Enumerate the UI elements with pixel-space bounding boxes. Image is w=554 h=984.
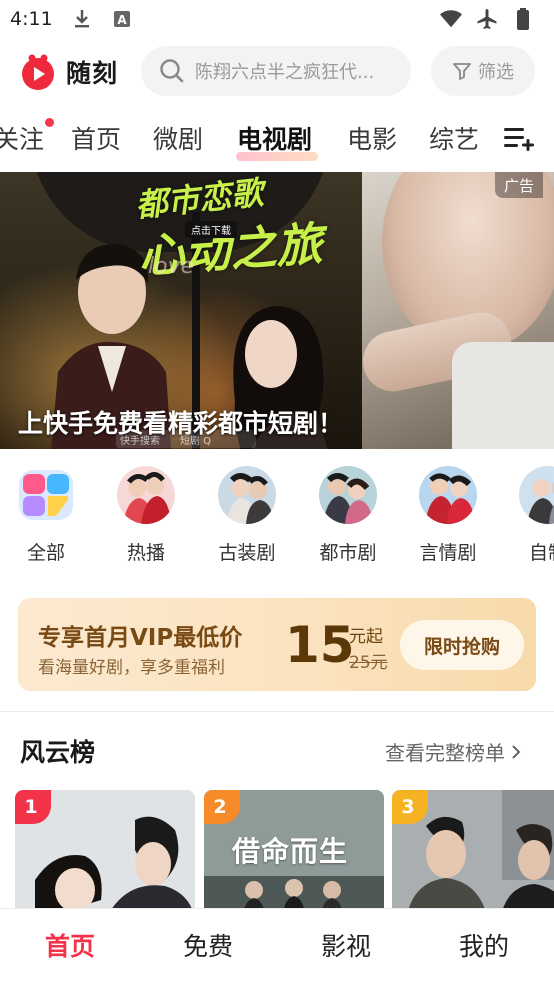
category-label: 热播 [126,542,165,564]
airplane-icon [476,8,498,30]
category-label: 都市剧 [319,542,377,564]
app-logo-icon [22,54,54,90]
category-all[interactable]: 全部 [3,466,83,566]
nav-mine[interactable]: 我的 [434,927,534,963]
wifi-icon [440,8,462,30]
vip-original-price: 25元 [349,653,388,673]
category-row: 全部 热播 古装剧 都市剧 言情剧 自 [0,466,554,566]
category-hot[interactable]: 热播 [103,466,183,566]
category-label: 全部 [26,542,65,564]
app-logo[interactable]: 随刻 [18,52,118,92]
keyboard-a-icon: A [111,8,133,30]
vip-price: 15 [285,616,355,674]
category-label: 古装剧 [218,542,276,564]
section-divider [0,711,554,712]
category-urban-thumbnail [319,466,377,524]
tab-home[interactable]: 首页 [71,120,121,156]
vip-title: 专享首月VIP最低价 [38,625,243,651]
search-icon [160,59,184,83]
poster-coat-graphic [452,342,554,449]
category-label: 言情剧 [419,542,477,564]
category-costume[interactable]: 古装剧 [204,466,284,566]
category-hot-thumbnail [117,466,175,524]
download-icon [71,8,93,30]
category-original-thumbnail [519,466,554,524]
category-label: 自制 [528,542,554,564]
notification-dot [45,118,54,127]
ranking-more-label: 查看完整榜单 [385,741,505,765]
tab-movies[interactable]: 电影 [347,120,397,156]
ranking-card-2[interactable]: 借命而生 2 [204,790,384,920]
tab-follow[interactable]: 关注 [0,120,44,156]
ranking-card-3[interactable]: 3 [392,790,554,920]
nav-movies-tv[interactable]: 影视 [296,927,396,963]
app-brand-name: 随刻 [66,59,119,88]
ad-banner[interactable]: 都市恋歌 心动之旅 love 点击下载 广告 快手搜索 短剧 Q 上快手免费看精… [0,172,554,449]
chevron-right-icon [512,744,521,759]
category-romance[interactable]: 言情剧 [405,466,485,566]
status-bar: 4:11 A [0,0,554,38]
poster-title-line-3: love [148,254,195,279]
tab-micro-drama[interactable]: 微剧 [153,120,203,156]
app-screen: 4:11 A 随刻 陈翔六点半之疯狂代... 筛选 关注 首页 微剧 电视剧 电… [0,0,554,984]
download-chip[interactable]: 点击下载 [185,221,237,238]
nav-free[interactable]: 免费 [158,927,258,963]
category-original[interactable]: 自制 [505,466,554,566]
category-urban[interactable]: 都市剧 [305,466,385,566]
ranking-more-link[interactable]: 查看完整榜单 [385,737,521,766]
category-romance-thumbnail [419,466,477,524]
search-bar[interactable]: 陈翔六点半之疯狂代... [141,46,411,96]
channel-tabs: 关注 首页 微剧 电视剧 电影 综艺 [0,110,554,166]
filter-label: 筛选 [478,62,514,83]
channel-menu-icon[interactable] [503,124,535,152]
vip-price-unit: 元起 [349,627,383,647]
vip-promo-card[interactable]: 专享首月VIP最低价 看海量好剧，享多重福利 15 元起 25元 限时抢购 [18,598,536,691]
ranking-title: 风云榜 [20,738,96,767]
filter-icon [453,63,471,80]
svg-text:A: A [117,13,127,27]
app-header: 随刻 陈翔六点半之疯狂代... 筛选 [0,44,554,100]
category-costume-thumbnail [218,466,276,524]
search-placeholder: 陈翔六点半之疯狂代... [195,62,375,83]
ranking-card-2-title: 借命而生 [232,835,349,868]
ad-badge: 广告 [495,172,543,198]
status-time: 4:11 [10,8,53,30]
bottom-navigation: 首页 免费 影视 我的 [0,908,554,984]
banner-poster-right [357,172,554,449]
all-categories-icon [19,470,73,520]
nav-home[interactable]: 首页 [20,927,120,963]
vip-buy-button[interactable]: 限时抢购 [400,620,524,670]
ranking-card-1[interactable]: 1 [15,790,195,920]
banner-caption: 上快手免费看精彩都市短剧！ [18,409,344,438]
vip-subtitle: 看海量好剧，享多重福利 [38,658,225,678]
filter-button[interactable]: 筛选 [431,46,535,96]
tab-variety[interactable]: 综艺 [429,120,479,156]
tab-tv-series[interactable]: 电视剧 [237,120,312,156]
battery-icon [512,8,534,30]
